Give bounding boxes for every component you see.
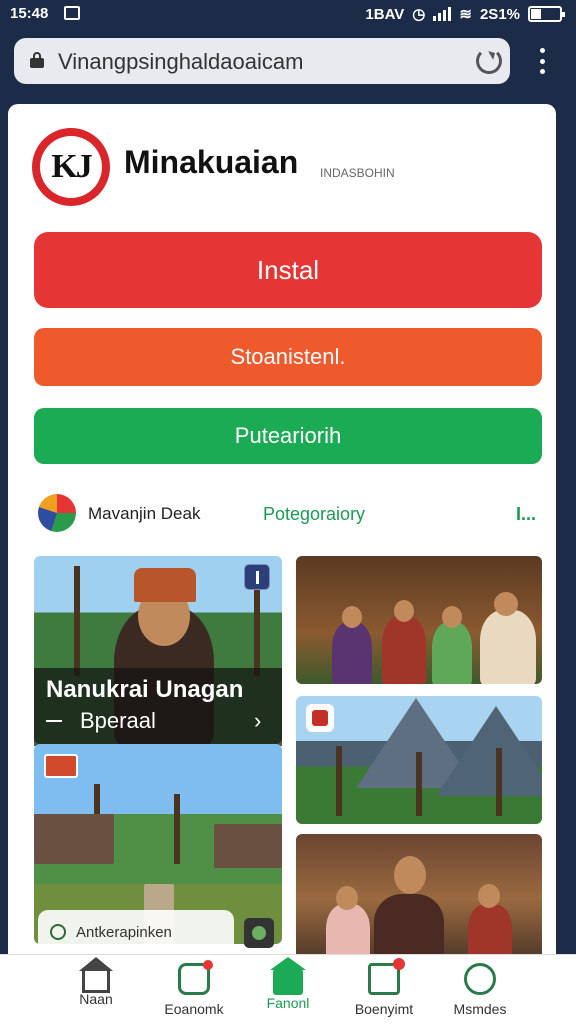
nav-item-home[interactable]: Naan [46, 957, 146, 1007]
gallery-image-group[interactable] [296, 556, 542, 684]
notification-icon [64, 6, 80, 20]
location-icon [50, 924, 66, 940]
more-link[interactable]: I... [516, 504, 536, 525]
caption-title: Nanukrai Unagan [46, 676, 244, 703]
url-text[interactable]: Vinangpsinghaldaoaicam [58, 49, 303, 75]
nav-item-active[interactable]: Fanonl [238, 957, 338, 1011]
address-bar[interactable]: Vinangpsinghaldaoaicam [14, 38, 510, 84]
bottom-navigation: Naan Eoanomk Fanonl Boenyimt Msmdes [0, 954, 576, 1024]
carrier-label: 1BAV [365, 5, 405, 23]
app-subtitle: INDASBOHIN [320, 166, 395, 180]
developer-row: Mavanjin Deak Potegoraiory I... [38, 494, 548, 534]
category-link[interactable]: Potegoraiory [263, 504, 365, 525]
more-menu-icon[interactable] [537, 48, 547, 74]
nav-label: Msmdes [453, 1001, 507, 1017]
location-pill-label: Antkerapinken [76, 924, 172, 941]
tertiary-button[interactable]: Puteariorih [34, 408, 542, 464]
lock-icon [30, 52, 44, 68]
nav-item-search[interactable]: Msmdes [430, 963, 530, 1017]
reload-icon[interactable] [476, 48, 502, 74]
developer-name[interactable]: Mavanjin Deak [88, 504, 200, 524]
store-icon [270, 957, 306, 995]
alarm-icon: ◷ [412, 6, 426, 23]
status-time: 15:48 [10, 5, 49, 22]
nav-label: Naan [79, 991, 113, 1007]
install-button[interactable]: Instal [34, 232, 542, 308]
nav-label: Eoanomk [164, 1001, 224, 1017]
secondary-button[interactable]: Stoanistenl. [34, 328, 542, 386]
caption-dash [46, 720, 62, 722]
chevron-right-icon[interactable]: › [254, 708, 261, 734]
signal-icon [433, 7, 452, 21]
app-logo: KJ [32, 128, 110, 206]
location-pill[interactable]: Antkerapinken [38, 910, 234, 956]
status-bar: 15:48 1BAV ◷ ≋ 2S1% [0, 0, 576, 30]
app-card: KJ Minakuaian INDASBOHIN Instal Stoanist… [8, 104, 556, 1024]
battery-percent: 2S1% [479, 5, 520, 23]
nav-label: Fanonl [266, 995, 310, 1011]
document-icon [368, 958, 405, 995]
nav-item-chat[interactable]: Eoanomk [144, 960, 244, 1017]
nav-label: Boenyimt [354, 1001, 414, 1017]
caption-subtitle: Bperaal [80, 708, 156, 733]
photo-badge-icon [44, 754, 78, 778]
chat-icon [178, 960, 213, 995]
app-title: Minakuaian [124, 144, 299, 180]
wifi-icon: ≋ [459, 6, 472, 23]
search-icon [464, 963, 496, 995]
nav-item-news[interactable]: Boenyimt [334, 958, 434, 1017]
home-icon [79, 957, 113, 993]
developer-avatar [38, 494, 76, 532]
photo-badge-icon-2 [306, 704, 334, 732]
gallery-badge-icon [244, 564, 270, 590]
map-icon[interactable] [244, 918, 274, 948]
battery-icon [528, 6, 565, 22]
gallery-image-people[interactable] [296, 834, 542, 964]
